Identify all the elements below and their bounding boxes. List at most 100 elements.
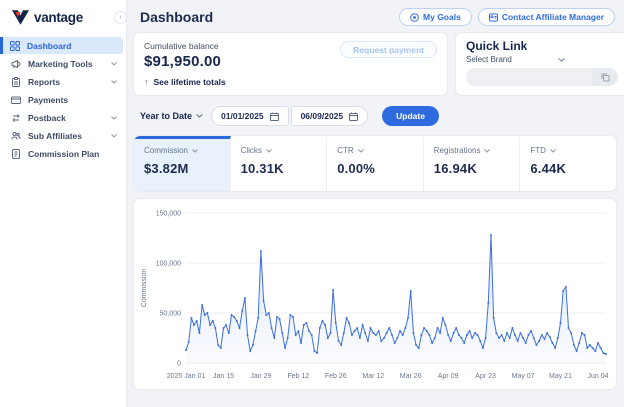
sidebar-collapse-button[interactable]: ‹ bbox=[114, 11, 127, 24]
data-point bbox=[600, 347, 602, 349]
x-tick-label: Mar 12 bbox=[362, 373, 384, 380]
data-point bbox=[263, 300, 265, 302]
data-point bbox=[279, 318, 281, 320]
quick-link-title: Quick Link bbox=[466, 39, 618, 53]
my-goals-button[interactable]: My Goals bbox=[399, 8, 472, 26]
data-point bbox=[552, 342, 554, 344]
tab-ctr[interactable]: CTR 0.00% bbox=[327, 136, 424, 191]
data-point bbox=[346, 317, 348, 319]
data-point bbox=[364, 332, 366, 334]
commission-line-chart[interactable]: 050,000100,000150,0002025 Jan 01Jan 15Ja… bbox=[136, 203, 614, 387]
megaphone-icon bbox=[11, 59, 21, 69]
contact-affiliate-manager-button[interactable]: Contact Affiliate Manager bbox=[478, 8, 615, 26]
data-point bbox=[190, 317, 192, 319]
data-point bbox=[327, 337, 329, 339]
data-point bbox=[530, 330, 532, 332]
data-point bbox=[423, 327, 425, 329]
select-brand-dropdown[interactable]: Select Brand bbox=[466, 55, 618, 64]
date-range-preset-dropdown[interactable]: Year to Date bbox=[140, 111, 203, 121]
data-point bbox=[498, 337, 500, 339]
chevron-down-icon bbox=[192, 149, 198, 153]
tab-commission-label: Commission bbox=[144, 146, 188, 155]
data-point bbox=[338, 340, 340, 342]
sidebar-item-reports[interactable]: Reports bbox=[3, 73, 123, 90]
data-point bbox=[260, 250, 262, 252]
tab-ftd-label: FTD bbox=[530, 146, 546, 155]
data-point bbox=[388, 327, 390, 329]
date-from-input[interactable]: 01/01/2025 bbox=[211, 106, 289, 126]
chevron-down-icon bbox=[111, 134, 117, 138]
data-point bbox=[546, 332, 548, 334]
chevron-down-icon bbox=[550, 149, 556, 153]
data-point bbox=[356, 327, 358, 329]
tab-clicks[interactable]: Clicks 10.31K bbox=[231, 136, 328, 191]
sidebar-item-label: Marketing Tools bbox=[28, 59, 104, 69]
see-lifetime-totals-link[interactable]: ↑ See lifetime totals bbox=[144, 77, 437, 87]
sidebar-item-postback[interactable]: Postback bbox=[3, 109, 123, 126]
data-point bbox=[506, 332, 508, 334]
data-point bbox=[434, 337, 436, 339]
data-point bbox=[198, 332, 200, 334]
sidebar-item-sub-affiliates[interactable]: Sub Affiliates bbox=[3, 127, 123, 144]
date-to-input[interactable]: 06/09/2025 bbox=[291, 106, 369, 126]
data-point bbox=[570, 332, 572, 334]
chevron-down-icon bbox=[266, 149, 272, 153]
quick-link-input[interactable] bbox=[466, 68, 592, 86]
sidebar-item-marketing-tools[interactable]: Marketing Tools bbox=[3, 55, 123, 72]
data-point bbox=[511, 327, 513, 329]
data-point bbox=[439, 332, 441, 334]
data-point bbox=[268, 312, 270, 314]
data-point bbox=[493, 317, 495, 319]
data-point bbox=[303, 324, 305, 326]
sidebar: vantage ‹ Dashboard Marketing Tools Repo… bbox=[0, 0, 127, 407]
vantage-logo-icon bbox=[12, 10, 29, 25]
update-button[interactable]: Update bbox=[382, 106, 439, 126]
tab-ftd[interactable]: FTD 6.44K bbox=[520, 136, 616, 191]
data-point bbox=[372, 332, 374, 334]
date-range-preset-label: Year to Date bbox=[140, 111, 192, 121]
data-point bbox=[503, 340, 505, 342]
data-point bbox=[565, 286, 567, 288]
data-point bbox=[311, 334, 313, 336]
data-point bbox=[554, 347, 556, 349]
data-point bbox=[479, 340, 481, 342]
quick-link-card: Quick Link Select Brand bbox=[455, 32, 624, 96]
x-tick-label: Mar 26 bbox=[400, 373, 422, 380]
data-point bbox=[241, 310, 243, 312]
data-point bbox=[343, 332, 345, 334]
sidebar-item-commission-plan[interactable]: Commission Plan bbox=[3, 145, 123, 162]
sidebar-item-label: Postback bbox=[28, 113, 104, 123]
chevron-down-icon bbox=[196, 114, 203, 118]
date-from-value: 01/01/2025 bbox=[221, 111, 264, 121]
sidebar-item-dashboard[interactable]: Dashboard bbox=[0, 37, 123, 54]
data-point bbox=[265, 314, 267, 316]
tab-registrations[interactable]: Registrations 16.94K bbox=[424, 136, 521, 191]
see-lifetime-totals-label: See lifetime totals bbox=[154, 77, 226, 87]
request-payment-button[interactable]: Request payment bbox=[340, 41, 437, 58]
tab-commission[interactable]: Commission $3.82M bbox=[134, 136, 231, 191]
data-point bbox=[367, 340, 369, 342]
data-point bbox=[255, 330, 257, 332]
sidebar-item-payments[interactable]: Payments bbox=[3, 91, 123, 108]
data-point bbox=[584, 334, 586, 336]
data-point bbox=[477, 334, 479, 336]
copy-link-button[interactable] bbox=[592, 68, 618, 86]
data-point bbox=[399, 330, 401, 332]
data-point bbox=[522, 337, 524, 339]
data-point bbox=[375, 334, 377, 336]
data-point bbox=[289, 314, 291, 316]
my-goals-label: My Goals bbox=[423, 12, 461, 22]
data-point bbox=[517, 340, 519, 342]
x-tick-label: Feb 12 bbox=[288, 373, 310, 380]
data-point bbox=[324, 324, 326, 326]
data-point bbox=[300, 342, 302, 344]
data-point bbox=[447, 334, 449, 336]
data-point bbox=[589, 344, 591, 346]
data-point bbox=[383, 337, 385, 339]
arrow-up-icon: ↑ bbox=[144, 77, 149, 87]
commission-chart-card: 050,000100,000150,0002025 Jan 01Jan 15Ja… bbox=[133, 198, 617, 390]
clipboard-icon bbox=[11, 77, 21, 87]
data-point bbox=[549, 336, 551, 338]
data-point bbox=[217, 344, 219, 346]
data-point bbox=[514, 334, 516, 336]
